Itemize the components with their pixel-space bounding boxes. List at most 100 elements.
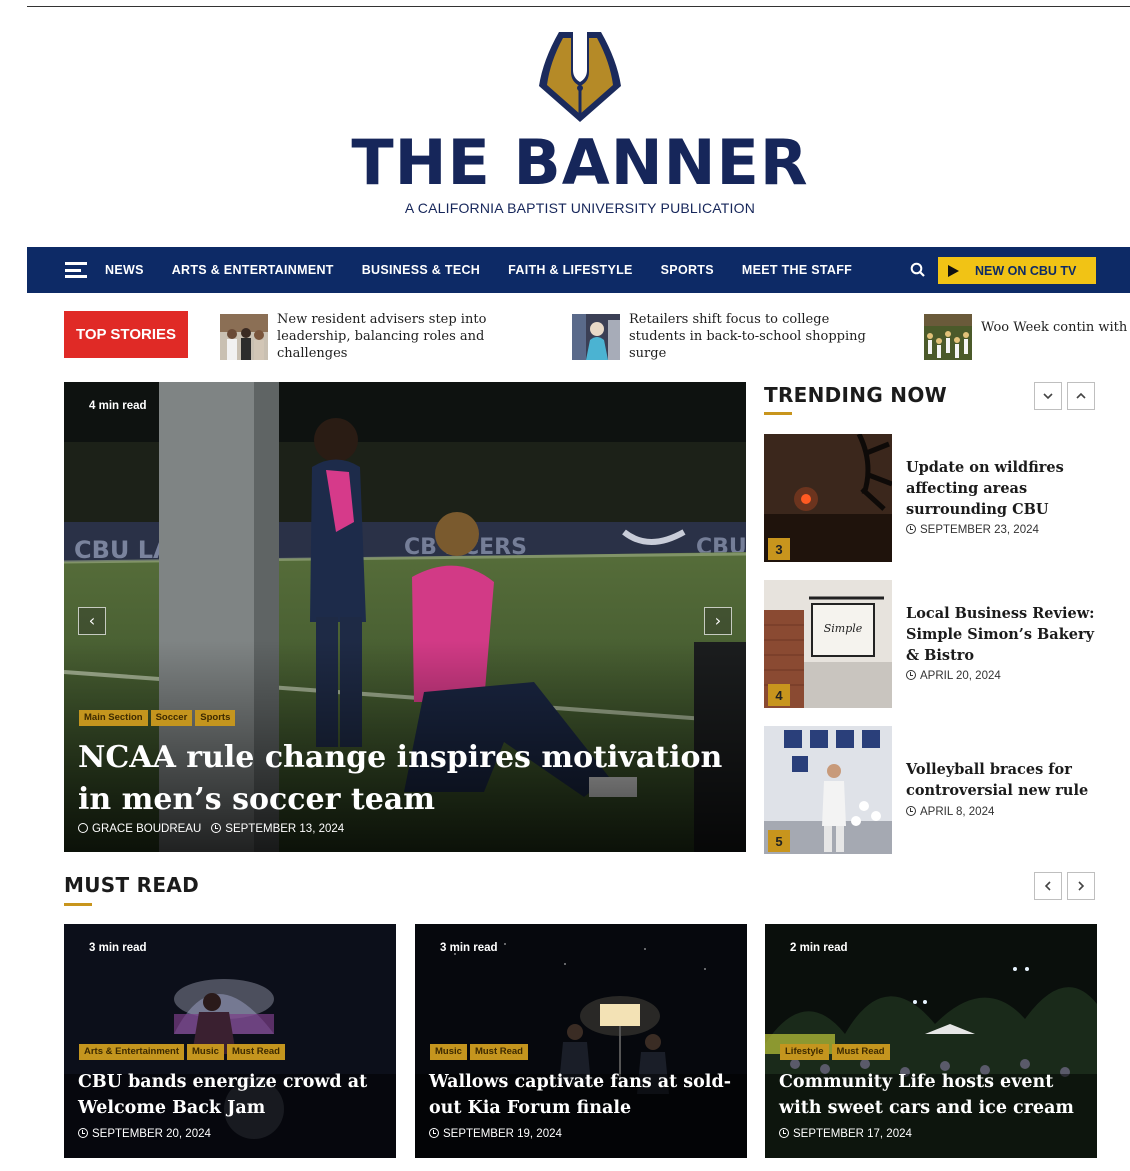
tag-must-read[interactable]: Must Read [226, 1044, 285, 1060]
top-stories-badge: TOP STORIES [64, 311, 188, 358]
publish-date: SEPTEMBER 13, 2024 [211, 823, 344, 835]
menu-icon[interactable] [65, 262, 87, 278]
tag-arts-entertainment[interactable]: Arts & Entertainment [79, 1044, 185, 1060]
card-date: SEPTEMBER 17, 2024 [779, 1128, 912, 1140]
svg-text:Simple: Simple [824, 622, 863, 635]
trending-heading: TRENDING NOW [764, 383, 948, 407]
top-story-item[interactable]: Retailers shift focus to college student… [572, 311, 882, 363]
hero-tags: Main Section Soccer Sports [79, 710, 236, 726]
must-read-card[interactable]: 2 min read Lifestyle Must Read Community… [765, 924, 1097, 1158]
story-thumbnail[interactable] [924, 314, 972, 360]
nav-links: NEWS ARTS & ENTERTAINMENT BUSINESS & TEC… [105, 263, 852, 277]
tag-music[interactable]: Music [430, 1044, 467, 1060]
main-nav: NEWS ARTS & ENTERTAINMENT BUSINESS & TEC… [27, 247, 1130, 293]
chevron-right-icon[interactable] [1067, 872, 1095, 900]
clock-icon [906, 524, 916, 534]
trending-rank: 4 [768, 684, 790, 706]
tag-sports[interactable]: Sports [195, 710, 236, 726]
card-image [765, 924, 1097, 1158]
card-tags: Music Must Read [430, 1044, 528, 1060]
card-title[interactable]: Community Life hosts event with sweet ca… [779, 1069, 1089, 1121]
author-byline[interactable]: GRACE BOUDREAU [78, 823, 201, 835]
date-text: SEPTEMBER 23, 2024 [920, 524, 1039, 536]
trending-title[interactable]: Update on wildfires affecting areas surr… [906, 457, 1104, 520]
card-date: SEPTEMBER 19, 2024 [429, 1128, 562, 1140]
card-title[interactable]: CBU bands energize crowd at Welcome Back… [78, 1069, 388, 1121]
date-text: SEPTEMBER 17, 2024 [793, 1128, 912, 1140]
must-read-card[interactable]: 3 min read Music Must Read Wallows capti… [415, 924, 747, 1158]
top-story-item[interactable]: New resident advisers step into leadersh… [220, 311, 520, 363]
chevron-left-icon[interactable]: ‹ [78, 607, 106, 635]
trending-thumbnail[interactable]: 5 [764, 726, 892, 854]
clock-icon [779, 1128, 789, 1138]
top-stories-ticker: TOP STORIES New resident advisers step i… [64, 311, 1130, 363]
card-tags: Lifestyle Must Read [780, 1044, 890, 1060]
brand-title[interactable]: THE BANNER [0, 126, 1130, 199]
chevron-down-icon[interactable] [1034, 382, 1062, 410]
cbu-tv-label: NEW ON CBU TV [975, 263, 1077, 278]
story-thumbnail[interactable] [572, 314, 620, 360]
trending-thumbnail[interactable]: Simple 4 [764, 580, 892, 708]
date-text: APRIL 8, 2024 [920, 806, 995, 818]
must-read-heading: MUST READ [64, 873, 199, 897]
trending-thumbnail[interactable]: 3 [764, 434, 892, 562]
trending-rank: 5 [768, 830, 790, 852]
story-title[interactable]: Woo Week contin with highly antici [981, 319, 1130, 336]
cbu-tv-button[interactable]: NEW ON CBU TV [938, 257, 1096, 284]
nav-meet-the-staff[interactable]: MEET THE STAFF [742, 263, 852, 277]
tag-main-section[interactable]: Main Section [79, 710, 148, 726]
nav-news[interactable]: NEWS [105, 263, 144, 277]
nav-business-tech[interactable]: BUSINESS & TECH [362, 263, 480, 277]
trending-title[interactable]: Local Business Review: Simple Simon’s Ba… [906, 603, 1104, 666]
trending-date: APRIL 8, 2024 [906, 806, 994, 818]
top-divider [27, 6, 1130, 7]
trending-date: APRIL 20, 2024 [906, 670, 1001, 682]
date-text: SEPTEMBER 19, 2024 [443, 1128, 562, 1140]
trending-item[interactable]: 3 Update on wildfires affecting areas su… [764, 434, 1104, 562]
nav-sports[interactable]: SPORTS [661, 263, 714, 277]
nav-arts-entertainment[interactable]: ARTS & ENTERTAINMENT [172, 263, 334, 277]
trending-item[interactable]: 5 Volleyball braces for controversial ne… [764, 726, 1104, 854]
author-name[interactable]: GRACE BOUDREAU [92, 823, 201, 835]
card-image [415, 924, 747, 1158]
card-title[interactable]: Wallows captivate fans at sold-out Kia F… [429, 1069, 739, 1121]
card-date: SEPTEMBER 20, 2024 [78, 1128, 211, 1140]
top-story-item[interactable]: Woo Week contin with highly antici [924, 311, 1130, 363]
person-icon [78, 823, 88, 833]
read-time: 4 min read [89, 400, 147, 412]
tag-lifestyle[interactable]: Lifestyle [780, 1044, 829, 1060]
trending-title[interactable]: Volleyball braces for controversial new … [906, 759, 1104, 801]
story-thumbnail[interactable] [220, 314, 268, 360]
hero-title[interactable]: NCAA rule change inspires motivation in … [78, 737, 738, 821]
trending-item[interactable]: Simple 4 Local Business Review: Simple S… [764, 580, 1104, 708]
hero-slider[interactable]: CBU LA CB NCERS CBU 4 min read ‹ › Main … [64, 382, 746, 852]
clock-icon [906, 806, 916, 816]
date-text: SEPTEMBER 13, 2024 [225, 823, 345, 835]
must-read-card[interactable]: 3 min read Arts & Entertainment Music Mu… [64, 924, 396, 1158]
card-tags: Arts & Entertainment Music Must Read [79, 1044, 285, 1060]
story-title[interactable]: New resident advisers step into leadersh… [277, 311, 507, 362]
trending-rank: 3 [768, 538, 790, 560]
chevron-up-icon[interactable] [1067, 382, 1095, 410]
tag-must-read[interactable]: Must Read [469, 1044, 528, 1060]
play-icon [948, 264, 959, 277]
date-text: SEPTEMBER 20, 2024 [92, 1128, 211, 1140]
story-title[interactable]: Retailers shift focus to college student… [629, 311, 879, 362]
tag-soccer[interactable]: Soccer [150, 710, 193, 726]
read-time: 3 min read [440, 942, 498, 954]
pen-nib-logo-icon[interactable] [535, 30, 625, 124]
tag-music[interactable]: Music [187, 1044, 224, 1060]
tag-must-read[interactable]: Must Read [831, 1044, 890, 1060]
search-icon[interactable] [909, 261, 927, 279]
trending-date: SEPTEMBER 23, 2024 [906, 524, 1039, 536]
clock-icon [78, 1128, 88, 1138]
chevron-right-icon[interactable]: › [704, 607, 732, 635]
clock-icon [906, 670, 916, 680]
nav-faith-lifestyle[interactable]: FAITH & LIFESTYLE [508, 263, 633, 277]
chevron-left-icon[interactable] [1034, 872, 1062, 900]
read-time: 2 min read [790, 942, 848, 954]
heading-underline [764, 412, 792, 415]
clock-icon [211, 823, 222, 833]
hero-meta: GRACE BOUDREAU SEPTEMBER 13, 2024 [78, 823, 344, 835]
heading-underline [64, 903, 92, 906]
